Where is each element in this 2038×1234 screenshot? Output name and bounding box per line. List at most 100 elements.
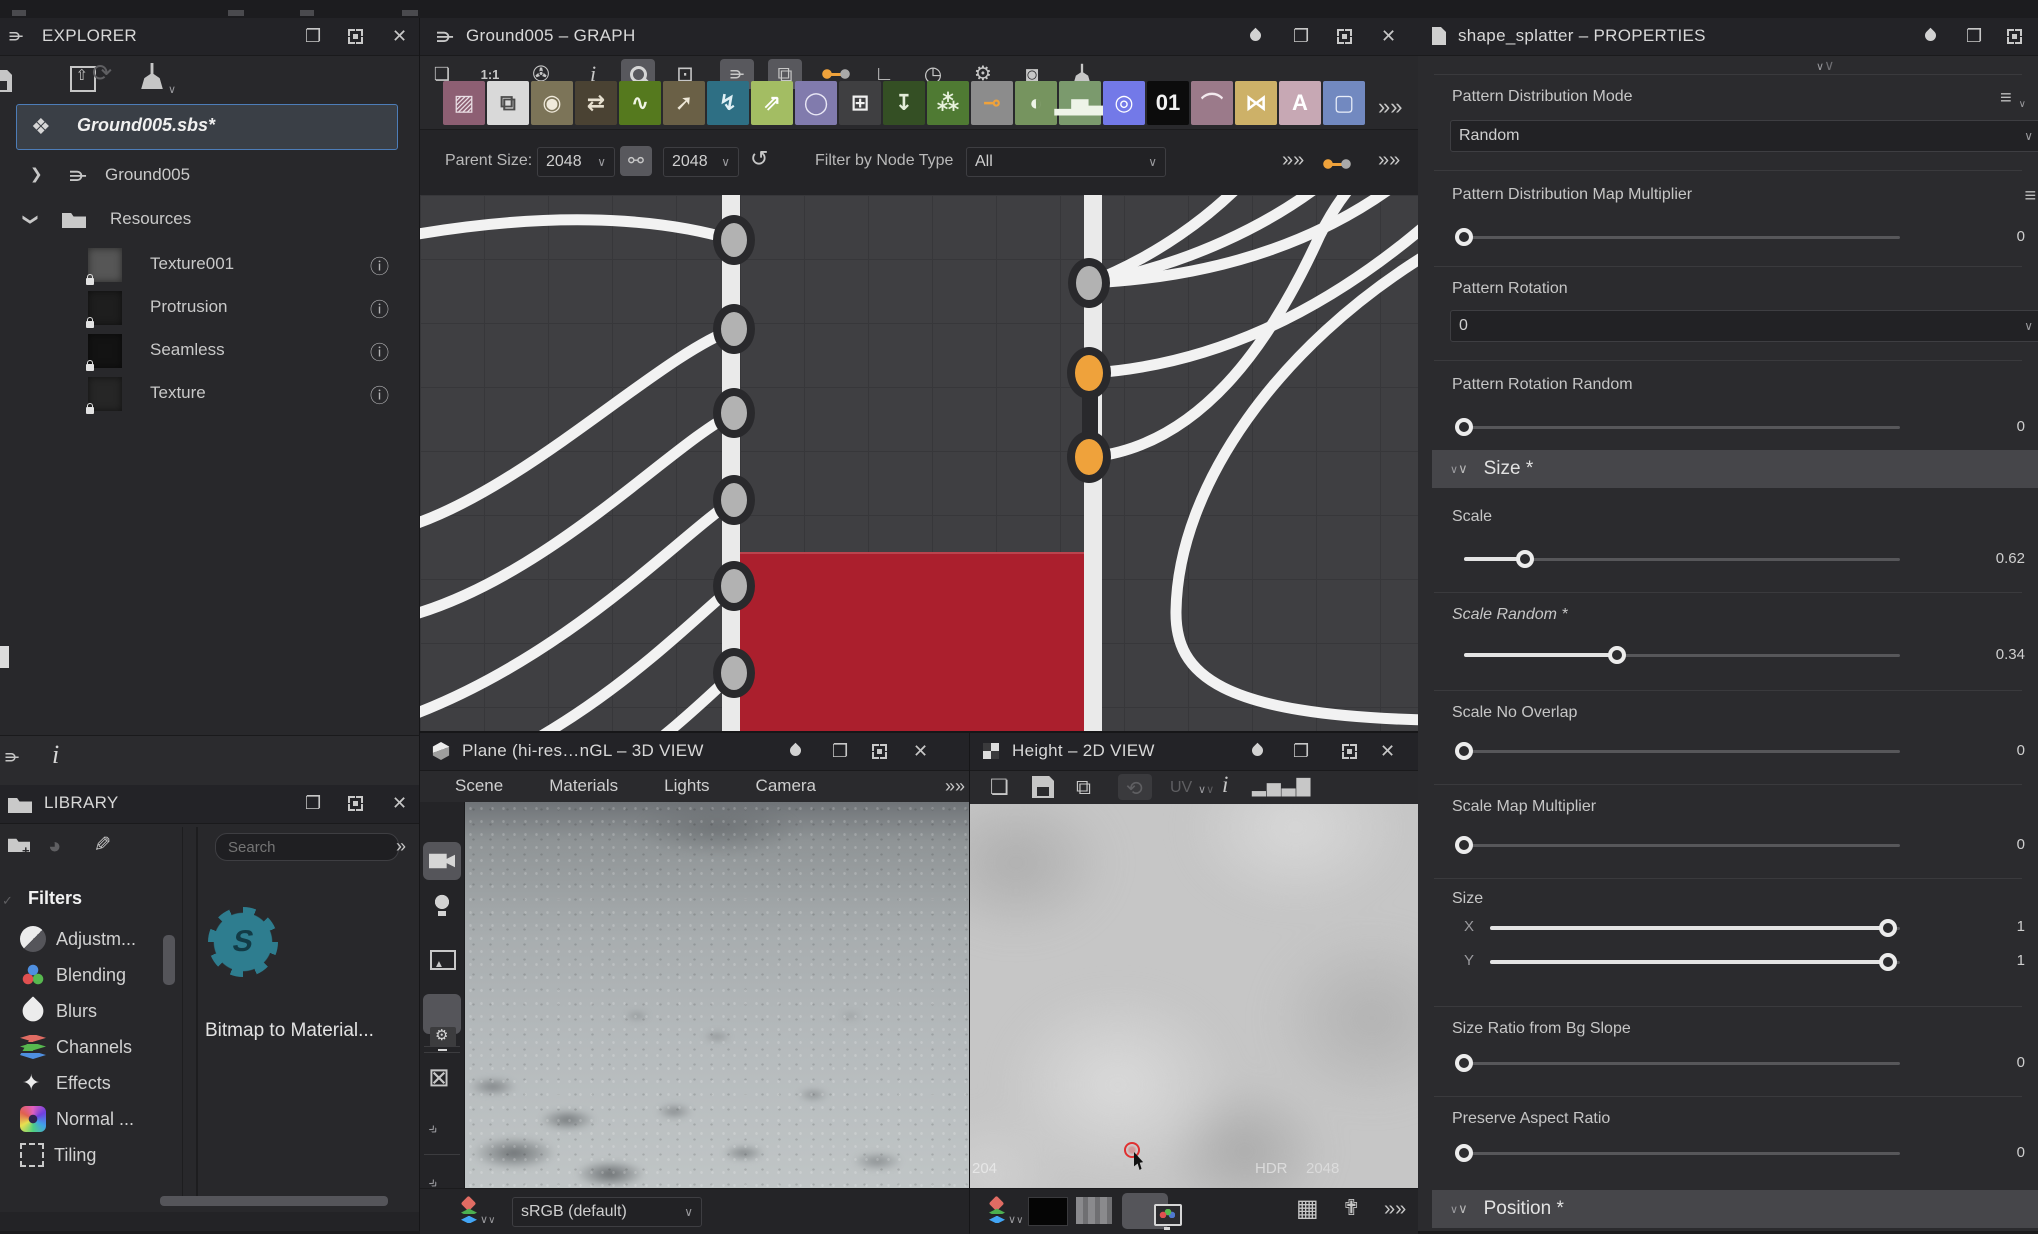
- rail-collapse-icon[interactable]: »: [425, 1120, 442, 1137]
- output-connector-active[interactable]: [1067, 347, 1111, 399]
- bulb-icon[interactable]: [432, 894, 452, 916]
- view2d-pane-icon[interactable]: [1293, 742, 1309, 760]
- graph-pin-icon[interactable]: [1248, 28, 1264, 44]
- background-swatch[interactable]: [1028, 1197, 1068, 1226]
- library-filter-item[interactable]: Adjustm...: [0, 921, 180, 957]
- input-connector[interactable]: [713, 475, 755, 525]
- divider[interactable]: [196, 827, 198, 1197]
- graph-maximize-icon[interactable]: [1337, 29, 1352, 44]
- properties-maximize-icon[interactable]: [2007, 29, 2022, 44]
- splatter-node[interactable]: ⁂: [927, 81, 969, 125]
- search-input[interactable]: [215, 833, 399, 861]
- directional-blur-node[interactable]: ➚: [663, 81, 705, 125]
- info-icon[interactable]: [370, 295, 389, 322]
- pattern-distribution-mode-select[interactable]: Random∨: [1450, 120, 2038, 152]
- list-scrollbar[interactable]: [163, 935, 175, 985]
- shape-node[interactable]: ◯: [795, 81, 837, 125]
- input-connector[interactable]: [713, 304, 755, 354]
- graph-row[interactable]: ❯ Ground005: [0, 155, 419, 197]
- view3d-viewport[interactable]: [465, 802, 969, 1188]
- view3d-pin-icon[interactable]: [788, 743, 804, 759]
- library-filter-item[interactable]: Effects: [0, 1065, 180, 1101]
- histogram-icon[interactable]: ▂▅▃▇: [1252, 777, 1311, 795]
- channel-shuffle-node[interactable]: ⇄: [575, 81, 617, 125]
- menu-item[interactable]: Materials: [549, 776, 618, 796]
- curve-node[interactable]: ∿: [619, 81, 661, 125]
- resource-row[interactable]: Seamless: [0, 331, 419, 374]
- slider-y[interactable]: [1490, 961, 1900, 964]
- reset-size-icon[interactable]: ↺: [750, 148, 768, 170]
- input-connector[interactable]: [713, 648, 755, 698]
- menu-item[interactable]: Lights: [664, 776, 709, 796]
- filter-overflow-icon[interactable]: »: [1282, 150, 1304, 170]
- slider-x[interactable]: [1490, 927, 1900, 930]
- tiles-icon[interactable]: ▦: [1296, 1197, 1319, 1221]
- resource-row[interactable]: Texture001: [0, 245, 419, 288]
- spline-node[interactable]: ⌒: [1191, 81, 1233, 125]
- add-library-icon[interactable]: +: [8, 837, 30, 855]
- pencil-icon[interactable]: ✎: [90, 835, 111, 853]
- output-connector-active[interactable]: [1067, 431, 1111, 483]
- explorer-close-icon[interactable]: [392, 27, 407, 45]
- transform-node[interactable]: ⇗: [751, 81, 793, 125]
- view3d-maximize-icon[interactable]: [872, 744, 887, 759]
- resource-row[interactable]: Protrusion: [0, 288, 419, 331]
- value-link-node[interactable]: ⊸: [971, 81, 1013, 125]
- blur-node[interactable]: ◉: [531, 81, 573, 125]
- resource-row[interactable]: Texture: [0, 374, 419, 417]
- input-connector[interactable]: [713, 215, 755, 265]
- menu-item[interactable]: Scene: [455, 776, 503, 796]
- view2d-viewport[interactable]: 204 HDR 2048: [970, 804, 1418, 1188]
- histogram-node[interactable]: ▂▅▃: [1059, 81, 1101, 125]
- library-maximize-icon[interactable]: [348, 796, 363, 811]
- param-menu-icon[interactable]: [2000, 90, 2020, 106]
- info-icon[interactable]: [370, 338, 389, 365]
- search-overflow-icon[interactable]: [396, 837, 406, 855]
- file-row-selected[interactable]: Ground005.sbs*: [16, 104, 398, 150]
- slider[interactable]: [1464, 1152, 1900, 1155]
- slider[interactable]: [1464, 844, 1900, 847]
- slider[interactable]: [1464, 1062, 1900, 1065]
- library-filter-item[interactable]: Normal ...: [0, 1101, 180, 1137]
- pattern-rotation-input[interactable]: 0∨: [1450, 310, 2038, 342]
- library-filter-item[interactable]: Tiling: [0, 1137, 180, 1173]
- menu-overflow-icon[interactable]: »: [945, 777, 965, 795]
- graph-pane-icon[interactable]: [1293, 27, 1309, 45]
- section-header-size[interactable]: ∨ Size *: [1432, 450, 2038, 488]
- environment-icon[interactable]: [430, 950, 456, 970]
- properties-pane-icon[interactable]: [1966, 27, 1982, 45]
- monitor-rgb-icon[interactable]: [1154, 1204, 1182, 1226]
- slider[interactable]: [1464, 558, 1900, 561]
- library-item[interactable]: S Bitmap to Material...: [200, 905, 415, 1105]
- library-close-icon[interactable]: [392, 794, 407, 812]
- info-italic-icon[interactable]: i: [52, 740, 59, 770]
- colorspace-icon[interactable]: [988, 1198, 1006, 1224]
- mannequin-icon[interactable]: ✟: [1342, 1197, 1360, 1219]
- refresh-icon[interactable]: [92, 62, 112, 86]
- graph-type-icon[interactable]: [4, 748, 19, 766]
- info-icon[interactable]: [370, 252, 389, 279]
- parent-width-select[interactable]: 2048∨: [537, 147, 615, 177]
- input-connector[interactable]: [713, 561, 755, 611]
- blend-node[interactable]: ⧉: [487, 81, 529, 125]
- bottombar-overflow-icon[interactable]: »: [1384, 1199, 1406, 1219]
- graph-close-icon[interactable]: [1381, 27, 1396, 45]
- slider[interactable]: [1464, 654, 1900, 657]
- slider[interactable]: [1464, 236, 1900, 239]
- dumbbell-icon[interactable]: [1323, 158, 1351, 170]
- library-pane-icon[interactable]: [305, 794, 321, 812]
- explorer-pane-icon[interactable]: [305, 27, 321, 45]
- node-row-overflow-icon[interactable]: »: [1378, 96, 1403, 118]
- view2d-pin-icon[interactable]: [1250, 743, 1266, 759]
- geometry-icon[interactable]: [428, 1064, 450, 1090]
- input-connector[interactable]: [713, 388, 755, 438]
- pie-icon[interactable]: ◕: [48, 833, 61, 859]
- toolbar-overflow-icon[interactable]: »: [1378, 150, 1400, 170]
- output-connector[interactable]: [1068, 258, 1110, 308]
- folder-row[interactable]: ❯ Resources: [0, 200, 419, 242]
- library-filter-item[interactable]: Blurs: [0, 993, 180, 1029]
- parent-height-select[interactable]: 2048∨: [663, 147, 739, 177]
- stripes-swatch[interactable]: [1076, 1197, 1112, 1224]
- library-filter-item[interactable]: Channels: [0, 1029, 180, 1065]
- properties-pin-icon[interactable]: [1923, 28, 1939, 44]
